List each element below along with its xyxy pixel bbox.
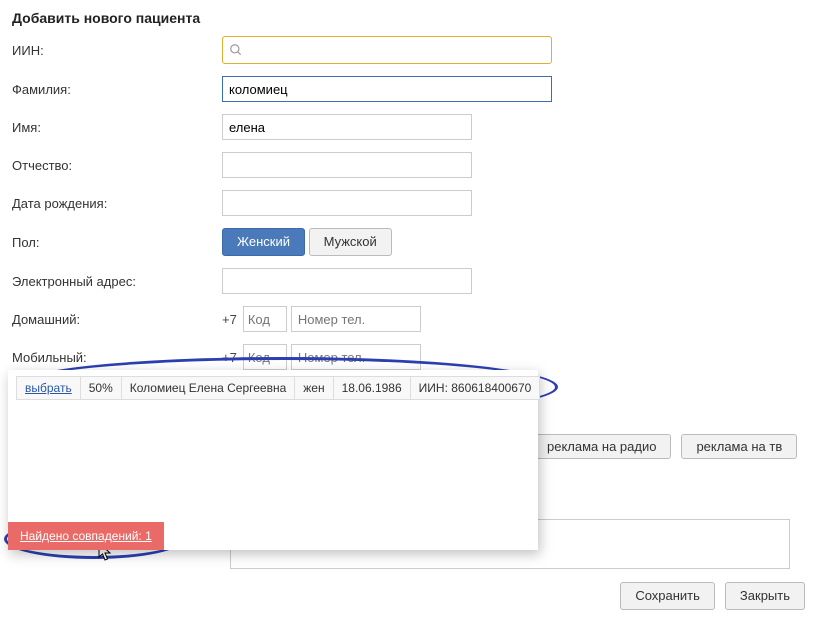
home-code-input[interactable] — [243, 306, 287, 332]
match-sex: жен — [295, 377, 333, 399]
match-iin: ИИН: 860618400670 — [411, 377, 540, 399]
row-home: Домашний: +7 — [12, 306, 805, 332]
label-mobile: Мобильный: — [12, 350, 222, 365]
match-dob: 18.06.1986 — [334, 377, 411, 399]
save-button[interactable]: Сохранить — [620, 582, 715, 610]
row-email: Электронный адрес: — [12, 268, 805, 294]
match-percent: 50% — [81, 377, 122, 399]
name-input[interactable] — [222, 114, 472, 140]
iin-input[interactable] — [243, 37, 551, 63]
source-radio-chip[interactable]: реклама на радио — [532, 434, 671, 459]
row-dob: Дата рождения: — [12, 190, 805, 216]
row-surname: Фамилия: — [12, 76, 805, 102]
label-iin: ИИН: — [12, 43, 222, 58]
sex-male-button[interactable]: Мужской — [309, 228, 392, 256]
mobile-num-input[interactable] — [291, 344, 421, 370]
page-title: Добавить нового пациента — [12, 10, 805, 26]
email-input[interactable] — [222, 268, 472, 294]
row-iin: ИИН: — [12, 36, 805, 64]
label-name: Имя: — [12, 120, 222, 135]
sex-female-button[interactable]: Женский — [222, 228, 305, 256]
row-name: Имя: — [12, 114, 805, 140]
label-surname: Фамилия: — [12, 82, 222, 97]
label-dob: Дата рождения: — [12, 196, 222, 211]
row-mobile: Мобильный: +7 — [12, 344, 805, 370]
home-prefix: +7 — [222, 312, 237, 327]
home-num-input[interactable] — [291, 306, 421, 332]
row-patronymic: Отчество: — [12, 152, 805, 178]
match-row: выбрать 50% Коломиец Елена Сергеевна жен… — [16, 376, 540, 400]
source-tv-chip[interactable]: реклама на тв — [681, 434, 797, 459]
surname-input[interactable] — [222, 76, 552, 102]
label-email: Электронный адрес: — [12, 274, 222, 289]
mobile-code-input[interactable] — [243, 344, 287, 370]
label-home: Домашний: — [12, 312, 222, 327]
match-fio: Коломиец Елена Сергеевна — [122, 377, 296, 399]
match-select-link[interactable]: выбрать — [17, 377, 81, 399]
label-patronymic: Отчество: — [12, 158, 222, 173]
dob-input[interactable] — [222, 190, 472, 216]
iin-search-wrap[interactable] — [222, 36, 552, 64]
label-sex: Пол: — [12, 235, 222, 250]
search-icon — [229, 43, 243, 57]
matches-found-button[interactable]: Найдено совпадений: 1 — [8, 522, 164, 550]
row-sex: Пол: Женский Мужской — [12, 228, 805, 256]
mobile-prefix: +7 — [222, 350, 237, 365]
match-popover: выбрать 50% Коломиец Елена Сергеевна жен… — [8, 370, 538, 550]
patronymic-input[interactable] — [222, 152, 472, 178]
close-button[interactable]: Закрыть — [725, 582, 805, 610]
